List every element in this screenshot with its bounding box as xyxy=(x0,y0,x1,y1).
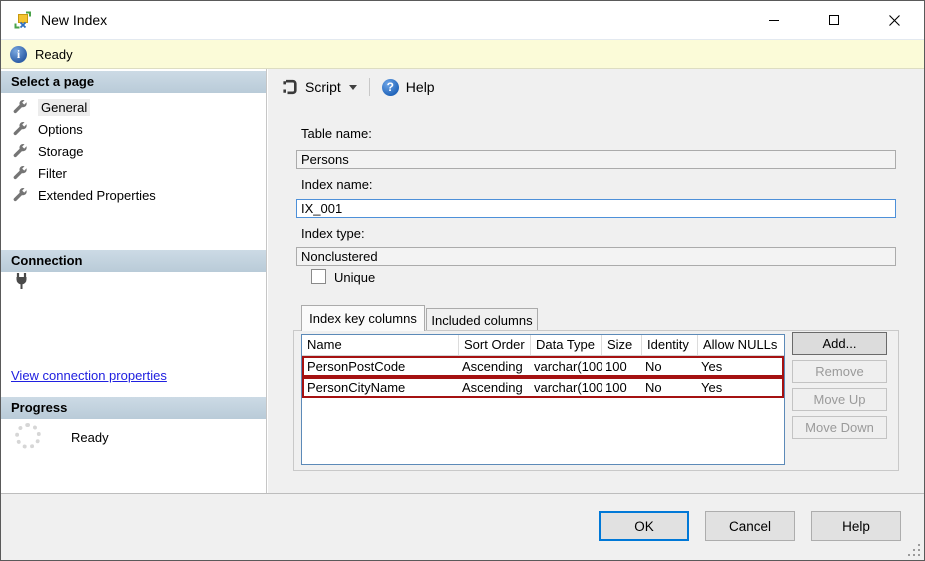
cell-size: 100 xyxy=(602,379,642,396)
connection-header: Connection xyxy=(1,250,266,272)
script-label: Script xyxy=(305,79,341,95)
grid-header: Name Sort Order Data Type Size Identity … xyxy=(302,335,784,356)
chevron-down-icon xyxy=(349,85,357,90)
progress-header: Progress xyxy=(1,397,266,419)
resize-grip[interactable] xyxy=(908,544,921,557)
close-icon xyxy=(888,14,901,27)
tab-index-key-columns[interactable]: Index key columns xyxy=(301,305,425,331)
cell-data-type: varchar(100) xyxy=(531,358,602,375)
select-a-page-header: Select a page xyxy=(1,71,266,93)
unique-checkbox-label: Unique xyxy=(334,270,375,285)
tab-included-columns[interactable]: Included columns xyxy=(426,308,538,331)
wrench-icon xyxy=(12,99,29,116)
connection-plug-icon xyxy=(13,272,31,290)
index-name-label: Index name: xyxy=(301,177,373,192)
status-bar: i Ready xyxy=(1,39,924,69)
page-list: General Options Storage Filter Extended … xyxy=(1,96,266,206)
view-connection-properties-link[interactable]: View connection properties xyxy=(11,368,167,383)
sidebar-item-options[interactable]: Options xyxy=(1,118,266,140)
index-type-label: Index type: xyxy=(301,226,365,241)
toolbar: Script ? Help xyxy=(268,71,924,103)
cell-name: PersonCityName xyxy=(304,379,459,396)
sidebar-item-general[interactable]: General xyxy=(1,96,266,118)
column-header[interactable]: Identity xyxy=(642,335,698,355)
info-icon: i xyxy=(10,46,27,63)
sidebar-item-label: Options xyxy=(38,122,83,137)
column-header[interactable]: Name xyxy=(302,335,459,355)
unique-checkbox[interactable] xyxy=(311,269,326,284)
table-row[interactable]: PersonPostCode Ascending varchar(100) 10… xyxy=(302,356,784,377)
new-index-dialog: New Index i Ready Select a page General xyxy=(0,0,925,561)
minimize-icon xyxy=(768,14,780,26)
move-up-button[interactable]: Move Up xyxy=(792,388,887,411)
table-name-field: Persons xyxy=(296,150,896,169)
wrench-icon xyxy=(12,187,29,204)
help-button[interactable]: ? Help xyxy=(376,74,441,100)
sidebar-item-label: Storage xyxy=(38,144,84,159)
help-label: Help xyxy=(406,79,435,95)
minimize-button[interactable] xyxy=(744,1,804,39)
wrench-icon xyxy=(12,165,29,182)
column-header[interactable]: Data Type xyxy=(531,335,602,355)
sidebar-item-filter[interactable]: Filter xyxy=(1,162,266,184)
sidebar-item-extended-properties[interactable]: Extended Properties xyxy=(1,184,266,206)
add-button[interactable]: Add... xyxy=(792,332,887,355)
sidebar-item-label: General xyxy=(38,99,90,116)
wrench-icon xyxy=(12,121,29,138)
new-index-icon xyxy=(14,11,32,29)
cell-sort-order: Ascending xyxy=(459,379,531,396)
wrench-icon xyxy=(12,143,29,160)
close-button[interactable] xyxy=(864,1,924,39)
help-icon: ? xyxy=(382,79,399,96)
footer: OK Cancel Help xyxy=(1,493,924,560)
cell-identity: No xyxy=(642,379,698,396)
sidebar-item-label: Extended Properties xyxy=(38,188,156,203)
cell-sort-order: Ascending xyxy=(459,358,531,375)
ok-button[interactable]: OK xyxy=(599,511,689,541)
sidebar-item-label: Filter xyxy=(38,166,67,181)
column-header[interactable]: Allow NULLs xyxy=(698,335,784,355)
column-header[interactable]: Sort Order xyxy=(459,335,531,355)
cell-name: PersonPostCode xyxy=(304,358,459,375)
column-header[interactable]: Size xyxy=(602,335,642,355)
cell-size: 100 xyxy=(602,358,642,375)
cell-allow-nulls: Yes xyxy=(698,379,782,396)
sidebar-item-storage[interactable]: Storage xyxy=(1,140,266,162)
status-text: Ready xyxy=(35,47,73,62)
cancel-button[interactable]: Cancel xyxy=(705,511,795,541)
index-columns-grid[interactable]: Name Sort Order Data Type Size Identity … xyxy=(301,334,785,465)
help-button-footer[interactable]: Help xyxy=(811,511,901,541)
script-button[interactable]: Script xyxy=(276,74,363,100)
progress-spinner-icon xyxy=(15,423,41,449)
main-panel: Script ? Help Table name: Persons Index … xyxy=(268,69,924,493)
title-bar: New Index xyxy=(1,1,924,39)
table-name-label: Table name: xyxy=(301,126,372,141)
index-type-field: Nonclustered xyxy=(296,247,896,266)
remove-button[interactable]: Remove xyxy=(792,360,887,383)
cell-allow-nulls: Yes xyxy=(698,358,782,375)
sidebar: Select a page General Options Storage Fi… xyxy=(1,69,267,493)
maximize-button[interactable] xyxy=(804,1,864,39)
move-down-button[interactable]: Move Down xyxy=(792,416,887,439)
window-title: New Index xyxy=(41,12,107,28)
progress-status: Ready xyxy=(71,430,109,445)
cell-identity: No xyxy=(642,358,698,375)
table-row[interactable]: PersonCityName Ascending varchar(100) 10… xyxy=(302,377,784,398)
index-name-field[interactable]: IX_001 xyxy=(296,199,896,218)
cell-data-type: varchar(100) xyxy=(531,379,602,396)
toolbar-separator xyxy=(369,78,370,96)
maximize-icon xyxy=(828,14,840,26)
script-icon xyxy=(282,79,298,95)
